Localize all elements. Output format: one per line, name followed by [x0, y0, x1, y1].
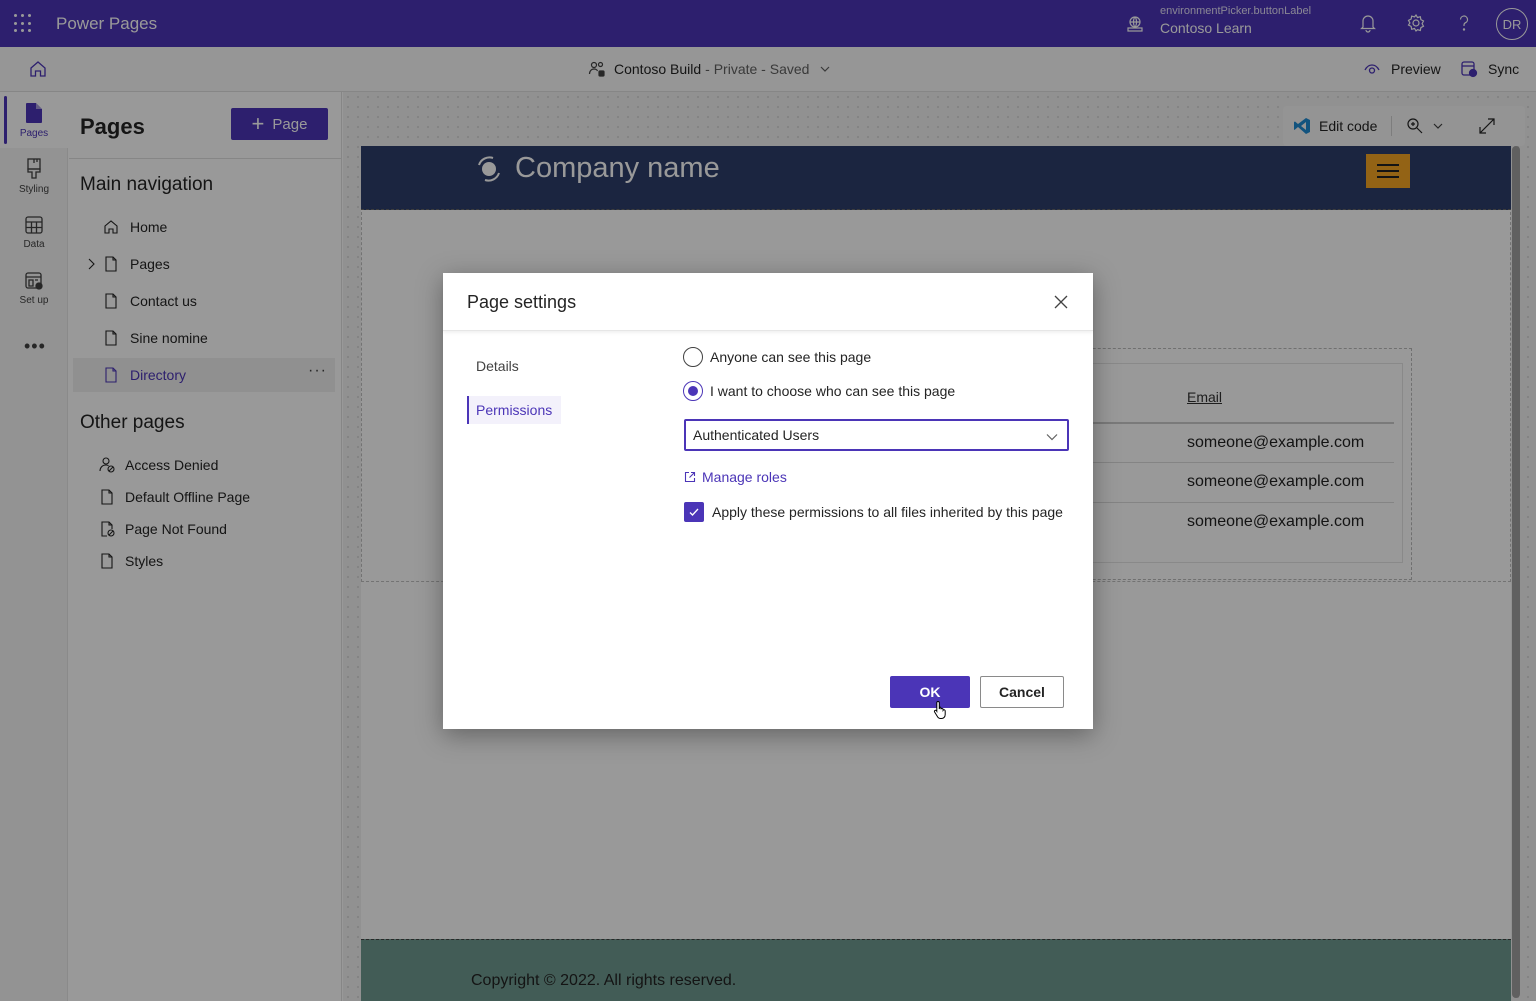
- ok-button[interactable]: OK: [890, 676, 970, 708]
- tab-permissions[interactable]: Permissions: [467, 396, 562, 424]
- web-role-select[interactable]: Authenticated Users: [684, 419, 1069, 451]
- manage-roles-link[interactable]: Manage roles: [684, 469, 787, 485]
- chevron-down-icon: [1046, 434, 1058, 441]
- page-settings-dialog: Page settings Details Permissions Anyone…: [443, 273, 1093, 729]
- manage-roles-label: Manage roles: [702, 469, 787, 485]
- apply-permissions-checkbox[interactable]: Apply these permissions to all files inh…: [684, 502, 1063, 522]
- dialog-title: Page settings: [467, 292, 577, 312]
- close-icon[interactable]: [1053, 294, 1069, 310]
- tab-details[interactable]: Details: [467, 352, 528, 380]
- select-value: Authenticated Users: [693, 427, 820, 443]
- checkbox-label: Apply these permissions to all files inh…: [712, 504, 1063, 520]
- checkbox[interactable]: [684, 502, 704, 522]
- hand-cursor-icon: [933, 700, 946, 719]
- radio-button[interactable]: [683, 347, 703, 367]
- radio-anyone[interactable]: Anyone can see this page: [683, 347, 871, 367]
- radio-label: I want to choose who can see this page: [710, 383, 956, 399]
- radio-label: Anyone can see this page: [710, 349, 872, 365]
- radio-choose-who[interactable]: I want to choose who can see this page: [683, 381, 955, 401]
- checkmark-icon: [689, 508, 699, 516]
- dialog-header: Page settings: [443, 273, 1093, 331]
- cancel-button[interactable]: Cancel: [980, 676, 1064, 708]
- radio-button[interactable]: [683, 381, 703, 401]
- open-external-icon: [684, 471, 696, 483]
